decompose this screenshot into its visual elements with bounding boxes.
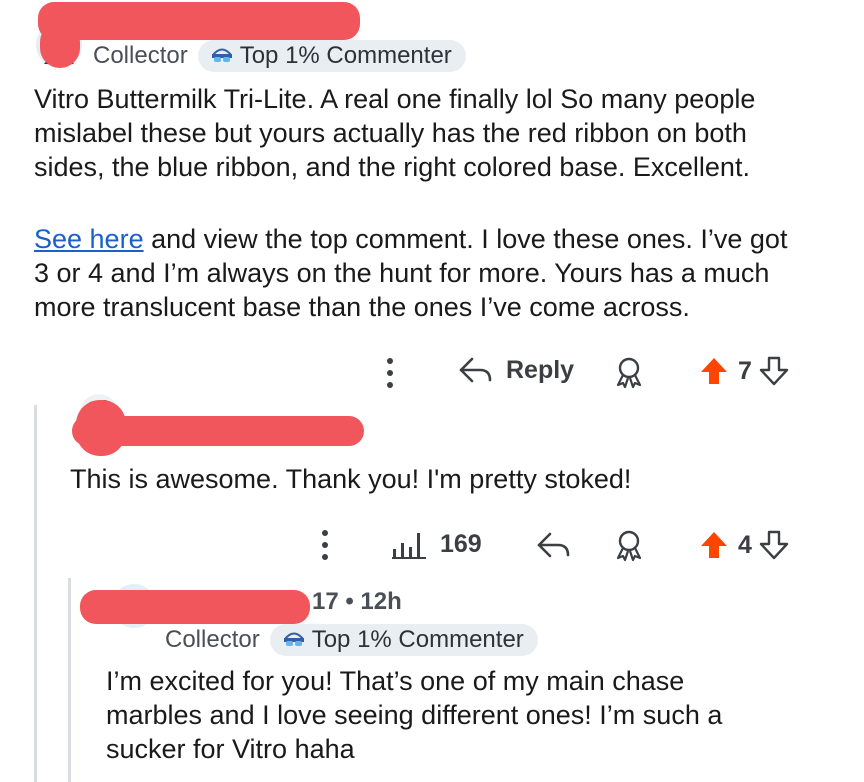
award-button[interactable]	[612, 355, 646, 394]
reply-label: Reply	[506, 355, 575, 384]
award-button[interactable]	[612, 528, 646, 567]
vote-count: 4	[738, 530, 752, 559]
downvote-icon[interactable]	[758, 529, 790, 561]
comment-line: See here and view the top comment. I lov…	[34, 222, 854, 256]
top-commenter-badge[interactable]: Top 1% Commenter	[269, 624, 538, 656]
downvote-icon[interactable]	[758, 355, 790, 387]
reply-icon	[537, 532, 570, 558]
see-here-link[interactable]: See here	[34, 224, 144, 254]
sunglasses-icon	[211, 48, 232, 62]
top-commenter-badge[interactable]: Top 1% Commenter	[197, 40, 466, 72]
kebab-icon	[322, 530, 328, 560]
comment-body: See here and view the top comment. I lov…	[34, 222, 854, 324]
upvote-icon[interactable]	[698, 529, 730, 561]
vote-control: 4	[698, 529, 790, 561]
user-flair-row: Collector Top 1% Commenter	[93, 40, 466, 72]
flair-badge-label: Top 1% Commenter	[239, 42, 452, 69]
comment-line: I’m excited for you! That’s one of my ma…	[106, 666, 685, 696]
award-icon	[616, 530, 642, 562]
kebab-icon	[387, 358, 393, 388]
vote-control: 7	[698, 355, 790, 387]
thread-line[interactable]	[68, 578, 71, 782]
reply-button[interactable]: Reply	[458, 355, 574, 385]
views-chart-icon	[392, 532, 426, 559]
reply-button[interactable]	[536, 530, 572, 565]
comment-line: marbles and I love seeing different ones…	[106, 700, 723, 730]
comment-line: more translucent base than the ones I’ve…	[34, 292, 690, 322]
comment-line: mislabel these but yours actually has th…	[34, 118, 747, 148]
views-count: 169	[440, 530, 482, 558]
sunglasses-icon	[283, 632, 304, 646]
redacted-username	[38, 2, 360, 40]
thread-line[interactable]	[34, 405, 37, 782]
reply-icon	[459, 357, 492, 383]
comment-body: Vitro Buttermilk Tri-Lite. A real one fi…	[34, 82, 854, 184]
comment-timestamp: 17 • 12h	[312, 588, 402, 615]
more-options-button[interactable]	[318, 528, 332, 562]
comment-line: sucker for Vitro haha	[106, 734, 355, 764]
award-icon	[616, 357, 642, 389]
comment-line: sides, the blue ribbon, and the right co…	[34, 152, 750, 182]
comment-line: Vitro Buttermilk Tri-Lite. A real one fi…	[34, 84, 756, 114]
views-indicator[interactable]: 169	[392, 530, 482, 559]
comment-meta: 17 • 12h	[312, 588, 402, 616]
redacted-username	[76, 400, 126, 456]
redacted-username	[80, 590, 310, 624]
comment-line: 3 or 4 and I’m always on the hunt for mo…	[34, 258, 770, 288]
comment-line: This is awesome. Thank you! I'm pretty s…	[70, 464, 632, 494]
more-options-button[interactable]	[383, 356, 397, 390]
user-flair-row: Collector Top 1% Commenter	[165, 624, 538, 656]
comment-body: This is awesome. Thank you! I'm pretty s…	[70, 462, 850, 496]
vote-count: 7	[738, 356, 752, 385]
comment-body: I’m excited for you! That’s one of my ma…	[106, 664, 846, 766]
comment-text: and view the top comment. I love these o…	[143, 224, 788, 254]
flair-user: Collector	[165, 626, 260, 653]
redacted-username	[40, 22, 80, 68]
upvote-icon[interactable]	[698, 355, 730, 387]
flair-user: Collector	[93, 42, 188, 69]
flair-badge-label: Top 1% Commenter	[311, 626, 524, 653]
